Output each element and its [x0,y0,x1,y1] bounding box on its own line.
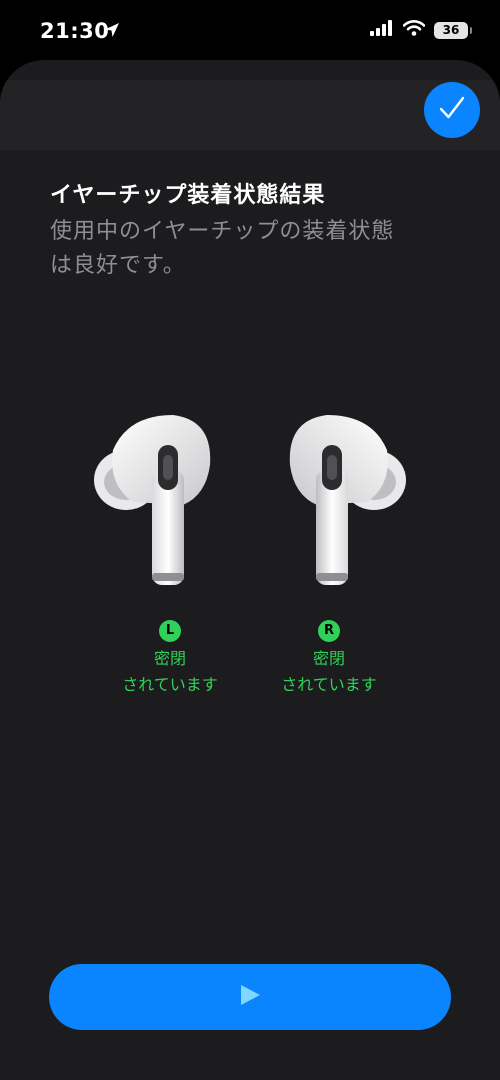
left-status-line-1: 密閉 [153,649,186,668]
wifi-icon [402,20,426,40]
done-button[interactable] [424,82,480,138]
page-title: イヤーチップ装着状態結果 [50,183,326,208]
result-sheet: イヤーチップ装着状態結果 使用中のイヤーチップの装着状態 は良好です。 L 密閉… [0,60,500,1080]
result-description: 使用中のイヤーチップの装着状態 は良好です。 [50,215,460,283]
status-indicators: 36 [370,20,472,40]
play-icon [239,984,261,1010]
cellular-signal-icon [370,20,394,40]
battery-indicator: 36 [434,21,472,39]
description-line-2: は良好です。 [50,253,186,278]
right-status-line-2: されています [281,675,377,694]
checkmark-icon [439,96,465,124]
right-side-badge: R [318,620,340,642]
left-earbud-image [88,410,218,594]
play-test-button[interactable] [49,964,451,1030]
left-side-badge: L [159,620,181,642]
right-fit-status: R 密閉 されています [249,620,409,698]
left-status-line-2: されています [122,675,218,694]
status-bar: 21:30 36 [0,0,500,62]
right-earbud-image [282,410,412,594]
location-arrow-icon [103,21,121,43]
left-fit-status: L 密閉 されています [90,620,250,698]
right-status-line-1: 密閉 [312,649,345,668]
status-time: 21:30 [40,19,110,43]
description-line-1: 使用中のイヤーチップの装着状態 [50,219,395,244]
